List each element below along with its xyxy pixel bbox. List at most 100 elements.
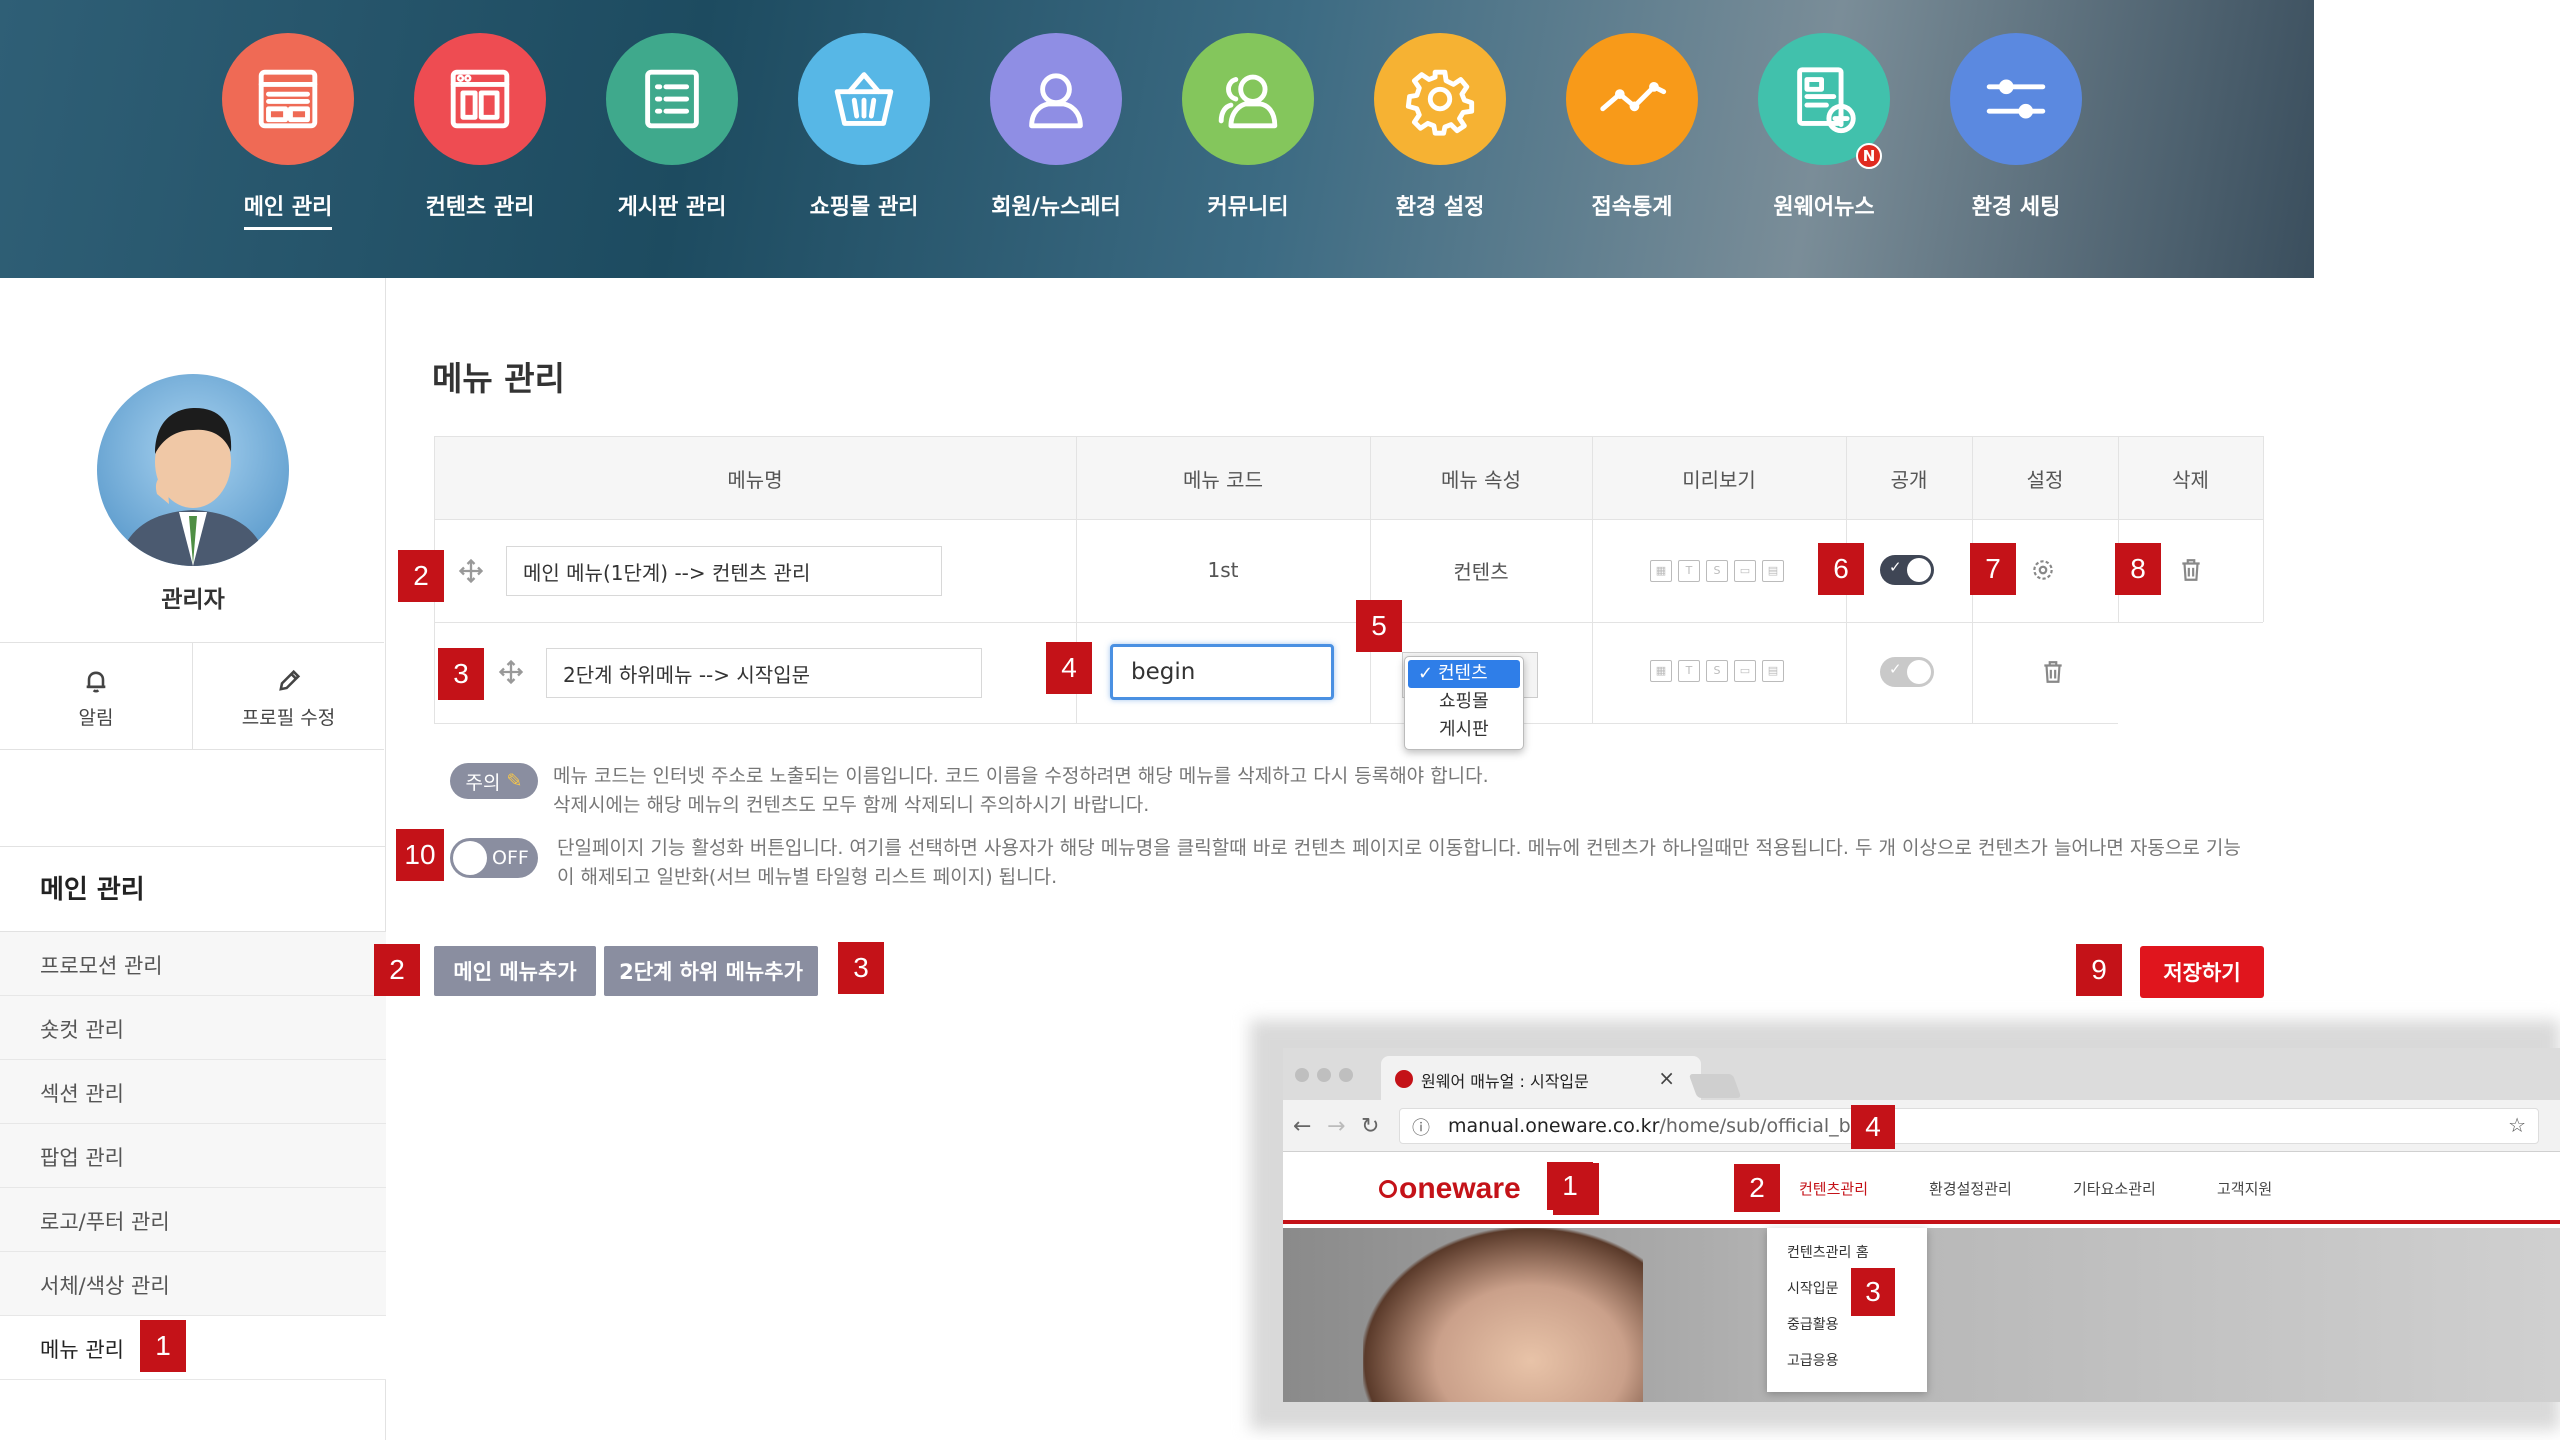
- add-main-menu-button[interactable]: 메인 메뉴추가: [434, 946, 596, 996]
- nav-content-management[interactable]: 컨텐츠 관리: [390, 33, 570, 227]
- note-line: 삭제시에는 해당 메뉴의 컨텐츠도 모두 함께 삭제되니 주의하시기 바랍니다.: [553, 794, 1150, 816]
- sidebar-item-section[interactable]: 섹션 관리: [0, 1060, 386, 1124]
- hero-face-image: [1363, 1228, 1643, 1402]
- browser-tab-bar: 원웨어 매뉴얼 : 시작입문 ×: [1283, 1048, 2560, 1100]
- site-nav-misc[interactable]: 기타요소관리: [2073, 1178, 2156, 1199]
- trash-icon[interactable]: [2178, 557, 2204, 587]
- single-page-toggle[interactable]: OFF: [450, 838, 538, 878]
- option-shop[interactable]: 쇼핑몰: [1405, 688, 1523, 716]
- trash-icon[interactable]: [2040, 659, 2066, 689]
- back-icon[interactable]: ←: [1293, 1114, 1311, 1139]
- public-toggle-on[interactable]: ✓: [1880, 555, 1934, 585]
- pencil-icon: [278, 669, 300, 691]
- grid-icon[interactable]: ▦: [1650, 560, 1672, 582]
- gallery-icon[interactable]: ▤: [1762, 660, 1784, 682]
- image-icon[interactable]: ▭: [1734, 560, 1756, 582]
- reload-icon[interactable]: ↻: [1361, 1114, 1379, 1139]
- toggle-label: OFF: [492, 847, 529, 869]
- sidebar-item-shortcut[interactable]: 숏컷 관리: [0, 996, 386, 1060]
- grid-icon[interactable]: ▦: [1650, 660, 1672, 682]
- single-page-note: 단일페이지 기능 활성화 버튼입니다. 여기를 선택하면 사용자가 해당 메뉴명…: [557, 834, 2267, 892]
- nav-label: 환경 설정: [1395, 195, 1485, 220]
- marker-badge: 3: [838, 942, 884, 994]
- drag-handle-icon[interactable]: [457, 557, 485, 589]
- option-content[interactable]: 컨텐츠: [1408, 660, 1520, 688]
- submenu-name-input[interactable]: 2단계 하위메뉴 --> 시작입문: [546, 648, 982, 698]
- dropdown-item[interactable]: 컨텐츠관리 홈: [1767, 1228, 1927, 1264]
- menu-name-input[interactable]: 메인 메뉴(1단계) --> 컨텐츠 관리: [506, 546, 942, 596]
- site-logo[interactable]: oneware: [1379, 1172, 1521, 1206]
- layout-icon: [222, 33, 354, 165]
- dropdown-item[interactable]: 고급응용: [1767, 1336, 1927, 1372]
- add-submenu-button[interactable]: 2단계 하위 메뉴추가: [604, 946, 818, 996]
- menu-code-input[interactable]: begin: [1110, 644, 1334, 700]
- browser-tab[interactable]: 원웨어 매뉴얼 : 시작입문 ×: [1381, 1056, 1701, 1100]
- sidebar-item-font-color[interactable]: 서체/색상 관리: [0, 1252, 386, 1316]
- caution-label: 주의: [465, 771, 501, 794]
- gallery-icon[interactable]: ▤: [1762, 560, 1784, 582]
- avatar: [97, 374, 289, 566]
- nav-shop-management[interactable]: 쇼핑몰 관리: [774, 33, 954, 227]
- info-icon: ⓘ: [1412, 1118, 1430, 1139]
- site-nav-content[interactable]: 컨텐츠관리: [1799, 1178, 1868, 1199]
- nav-environment-setup[interactable]: 환경 세팅: [1926, 33, 2106, 227]
- users-icon: [1182, 33, 1314, 165]
- option-board[interactable]: 게시판: [1405, 716, 1523, 744]
- dropdown-item[interactable]: 중급활용: [1767, 1300, 1927, 1336]
- nav-main-management[interactable]: 메인 관리: [198, 33, 378, 230]
- public-toggle-disabled[interactable]: ✓: [1880, 657, 1934, 687]
- nav-oneware-news[interactable]: N 원웨어뉴스: [1734, 33, 1914, 227]
- site-dropdown: 컨텐츠관리 홈 시작입문 중급활용 고급응용: [1767, 1228, 1927, 1392]
- new-badge: N: [1856, 143, 1882, 169]
- image-icon[interactable]: ▭: [1734, 660, 1756, 682]
- drag-handle-icon[interactable]: [497, 658, 525, 690]
- text-icon[interactable]: T: [1678, 560, 1700, 582]
- marker-badge: 4: [1851, 1105, 1895, 1149]
- bell-icon: [86, 671, 106, 693]
- column-header: 공개: [1846, 436, 1972, 520]
- dropdown-item[interactable]: 시작입문: [1767, 1264, 1927, 1300]
- browser-address-bar: ← → ↻ ⓘ manual.oneware.co.kr/home/sub/of…: [1283, 1100, 2560, 1152]
- alert-button[interactable]: 알림: [0, 642, 192, 750]
- close-tab-icon[interactable]: ×: [1658, 1066, 1675, 1090]
- nav-environment-settings[interactable]: 환경 설정: [1350, 33, 1530, 227]
- sliders-icon: [1950, 33, 2082, 165]
- sidebar-item-promotion[interactable]: 프로모션 관리: [0, 932, 386, 996]
- site-nav-settings[interactable]: 환경설정관리: [1929, 1178, 2012, 1199]
- shop-icon[interactable]: S: [1706, 560, 1728, 582]
- nav-label: 환경 세팅: [1971, 195, 2061, 220]
- shop-icon[interactable]: S: [1706, 660, 1728, 682]
- sidebar-item-popup[interactable]: 팝업 관리: [0, 1124, 386, 1188]
- site-header: oneware 컨텐츠관리 환경설정관리 기타요소관리 고객지원: [1283, 1152, 2560, 1224]
- save-button[interactable]: 저장하기: [2140, 946, 2264, 998]
- sidebar-item-menu[interactable]: 메뉴 관리: [0, 1316, 386, 1380]
- edit-profile-button[interactable]: 프로필 수정: [192, 642, 384, 750]
- url-input[interactable]: ⓘ manual.oneware.co.kr/home/sub/official…: [1399, 1108, 2539, 1144]
- nav-label: 커뮤니티: [1207, 195, 1289, 220]
- menu-code-text: 1st: [1207, 558, 1239, 582]
- nav-community[interactable]: 커뮤니티: [1158, 33, 1338, 227]
- preview-icons[interactable]: ▦ T S ▭ ▤: [1650, 660, 1784, 682]
- new-tab-button[interactable]: [1688, 1074, 1742, 1098]
- preview-icons[interactable]: ▦ T S ▭ ▤: [1650, 560, 1784, 582]
- note-line: 메뉴 코드는 인터넷 주소로 노출되는 이름입니다. 코드 이름을 수정하려면 …: [553, 765, 1489, 787]
- column-header: 메뉴명: [434, 436, 1076, 520]
- text-icon[interactable]: T: [1678, 660, 1700, 682]
- column-header: 미리보기: [1592, 436, 1846, 520]
- settings-gear-icon[interactable]: [2030, 557, 2056, 587]
- marker-badge: 4: [1046, 642, 1092, 694]
- star-icon[interactable]: ☆: [2508, 1113, 2526, 1137]
- forward-icon[interactable]: →: [1327, 1114, 1345, 1139]
- sidebar-item-logo-footer[interactable]: 로고/푸터 관리: [0, 1188, 386, 1252]
- nav-board-management[interactable]: 게시판 관리: [582, 33, 762, 227]
- marker-badge: 1: [1547, 1162, 1593, 1210]
- nav-member-newsletter[interactable]: 회원/뉴스레터: [966, 33, 1146, 227]
- note-line: 단일페이지 기능 활성화 버튼입니다. 여기를 선택하면 사용자가 해당 메뉴명…: [557, 837, 2241, 859]
- site-nav-support[interactable]: 고객지원: [2217, 1178, 2272, 1199]
- gear-icon: [1374, 33, 1506, 165]
- top-navigation-bar: 메인 관리 컨텐츠 관리 게시판 관리 쇼핑몰 관리 회원/뉴스레터 커뮤니티: [0, 0, 2314, 278]
- nav-access-statistics[interactable]: 접속통계: [1542, 33, 1722, 227]
- menu-attr-dropdown[interactable]: 컨텐츠 쇼핑몰 게시판: [1404, 656, 1524, 750]
- page-title: 메뉴 관리: [432, 359, 565, 398]
- content-icon: [414, 33, 546, 165]
